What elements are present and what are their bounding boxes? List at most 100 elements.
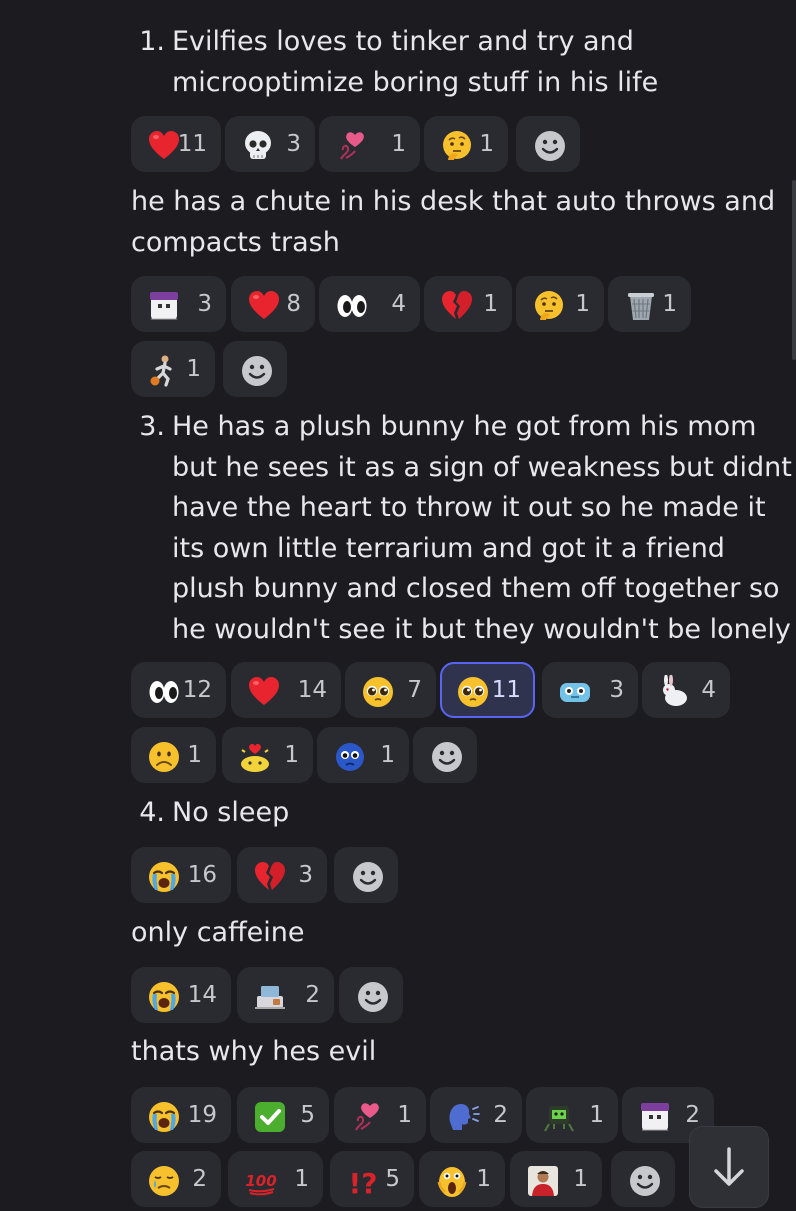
reaction-pill[interactable]: 3 bbox=[131, 276, 226, 332]
reaction-pill[interactable]: 5 bbox=[237, 1087, 329, 1143]
reaction-pill[interactable]: 1 bbox=[131, 727, 216, 783]
reaction-count: 1 bbox=[294, 1166, 309, 1192]
broken-heart-icon bbox=[442, 291, 472, 319]
reaction-count: 11 bbox=[177, 131, 207, 157]
reaction-count: 8 bbox=[286, 291, 301, 317]
reaction-pill[interactable]: 1 bbox=[222, 727, 313, 783]
reaction-count: 3 bbox=[197, 291, 212, 317]
rabbit-icon bbox=[663, 675, 687, 706]
screaming-face-icon bbox=[437, 1167, 467, 1197]
list-number: 4. bbox=[139, 797, 165, 828]
reaction-pill[interactable]: 4 bbox=[319, 276, 420, 332]
thinking-face-icon bbox=[535, 291, 563, 320]
reaction-pill[interactable]: 19 bbox=[131, 1087, 231, 1143]
red-heart-icon bbox=[149, 131, 179, 159]
check-mark-button-icon bbox=[255, 1102, 285, 1132]
jump-to-present-button[interactable] bbox=[689, 1126, 769, 1208]
reaction-pill[interactable]: 1 bbox=[424, 276, 512, 332]
message-line: Evilfies loves to tinker and try and bbox=[172, 26, 634, 57]
basketball-player-icon bbox=[150, 355, 172, 387]
reaction-count: 7 bbox=[407, 677, 422, 703]
reaction-count: 1 bbox=[662, 291, 677, 317]
green-robot-icon bbox=[544, 1106, 574, 1132]
reaction-count: 3 bbox=[298, 862, 313, 888]
hundred-points-icon: 100 bbox=[245, 1172, 277, 1196]
reaction-count: 19 bbox=[187, 1102, 217, 1128]
frowning-face-icon bbox=[149, 742, 179, 772]
reaction-pill[interactable]: 7 bbox=[345, 662, 436, 718]
reaction-pill[interactable]: 1 bbox=[526, 1087, 618, 1143]
pleading-face-icon bbox=[458, 677, 488, 707]
reaction-pill[interactable]: 3 bbox=[225, 116, 315, 172]
message-line: he has a chute in his desk that auto thr… bbox=[131, 186, 776, 217]
scrollbar[interactable] bbox=[792, 180, 796, 360]
message-line: compacts trash bbox=[131, 226, 340, 258]
reaction-pill[interactable]: 11 bbox=[440, 662, 535, 718]
smiley-add-reaction-icon bbox=[535, 131, 565, 161]
reaction-count: 1 bbox=[397, 1102, 412, 1128]
message-6: thats why hes evil bbox=[131, 1032, 376, 1073]
message-line: only caffeine bbox=[131, 917, 305, 948]
reaction-pill[interactable]: 1 bbox=[131, 341, 215, 397]
broken-heart-icon bbox=[255, 862, 285, 890]
add-reaction-button[interactable] bbox=[413, 727, 477, 783]
add-reaction-button[interactable] bbox=[339, 967, 403, 1023]
smiley-add-reaction-icon bbox=[353, 862, 383, 892]
message-2: he has a chute in his desk that auto thr… bbox=[131, 182, 775, 263]
add-reaction-button[interactable] bbox=[223, 341, 287, 397]
message-line: thats why hes evil bbox=[131, 1036, 377, 1067]
reaction-pill[interactable]: 1 bbox=[419, 1151, 505, 1207]
reaction-pill[interactable]: 2 bbox=[131, 1151, 221, 1207]
thinking-face-icon bbox=[443, 131, 471, 160]
reaction-pill[interactable]: 12 bbox=[131, 662, 226, 718]
message-line: microoptimize boring stuff in his life bbox=[172, 66, 659, 98]
exclamation-question-mark-icon: !? bbox=[348, 1167, 377, 1198]
reaction-count: 2 bbox=[493, 1102, 508, 1128]
reaction-pill[interactable]: 3 bbox=[542, 662, 638, 718]
reaction-pill[interactable]: 16 bbox=[131, 847, 231, 903]
message-line: He has a plush bunny he got from his mom bbox=[172, 411, 757, 442]
reaction-pill[interactable]: 14 bbox=[131, 967, 231, 1023]
reaction-count: 16 bbox=[187, 862, 217, 888]
reaction-count: 11 bbox=[491, 677, 521, 703]
reaction-pill[interactable]: 1 bbox=[510, 1151, 602, 1207]
reaction-count: 3 bbox=[609, 677, 624, 703]
reaction-pill[interactable]: 1 bbox=[424, 116, 508, 172]
reaction-pill[interactable]: 1 bbox=[334, 1087, 426, 1143]
blue-creature-icon bbox=[560, 683, 590, 702]
coffee-laptop-sticker-icon bbox=[255, 986, 285, 1009]
reaction-count: 1 bbox=[186, 356, 201, 382]
loudly-crying-face-icon bbox=[149, 1102, 179, 1132]
reaction-pill[interactable]: 1 bbox=[319, 116, 420, 172]
speaking-head-icon bbox=[449, 1104, 480, 1130]
red-heart-icon bbox=[249, 291, 279, 319]
reaction-count: 1 bbox=[589, 1102, 604, 1128]
reaction-pill[interactable]: 1 bbox=[516, 276, 604, 332]
reaction-pill[interactable]: 2 bbox=[237, 967, 334, 1023]
reaction-pill[interactable]: 11 bbox=[131, 116, 221, 172]
list-number: 1. bbox=[139, 26, 165, 57]
reaction-count: 3 bbox=[286, 131, 301, 157]
add-reaction-button[interactable] bbox=[516, 116, 580, 172]
add-reaction-button[interactable] bbox=[611, 1151, 675, 1207]
pleading-face-icon bbox=[363, 677, 393, 707]
blue-crying-face-icon bbox=[336, 743, 364, 771]
reaction-pill[interactable]: !? 5 bbox=[330, 1151, 414, 1207]
reaction-pill[interactable]: 3 bbox=[237, 847, 327, 903]
reaction-pill[interactable]: 8 bbox=[231, 276, 315, 332]
reaction-pill[interactable]: 2 bbox=[430, 1087, 522, 1143]
reaction-count: 4 bbox=[391, 291, 406, 317]
purple-hair-ghost-icon bbox=[641, 1103, 669, 1131]
reaction-pill[interactable]: 1 bbox=[317, 727, 409, 783]
reaction-pill[interactable]: 14 bbox=[231, 662, 341, 718]
message-line: have the heart to throw it out so he mad… bbox=[172, 492, 766, 523]
reaction-pill[interactable]: 1 bbox=[608, 276, 691, 332]
smiley-add-reaction-icon bbox=[242, 356, 272, 386]
heart-rose-sticker-icon bbox=[340, 132, 364, 160]
reaction-pill[interactable]: 4 bbox=[642, 662, 730, 718]
chat-message-list: 1. Evilfies loves to tinker and try and … bbox=[0, 0, 796, 1208]
add-reaction-button[interactable] bbox=[334, 847, 398, 903]
loudly-crying-face-icon bbox=[149, 862, 179, 892]
reaction-count: 4 bbox=[701, 677, 716, 703]
reaction-pill[interactable]: 100 1 bbox=[228, 1151, 323, 1207]
